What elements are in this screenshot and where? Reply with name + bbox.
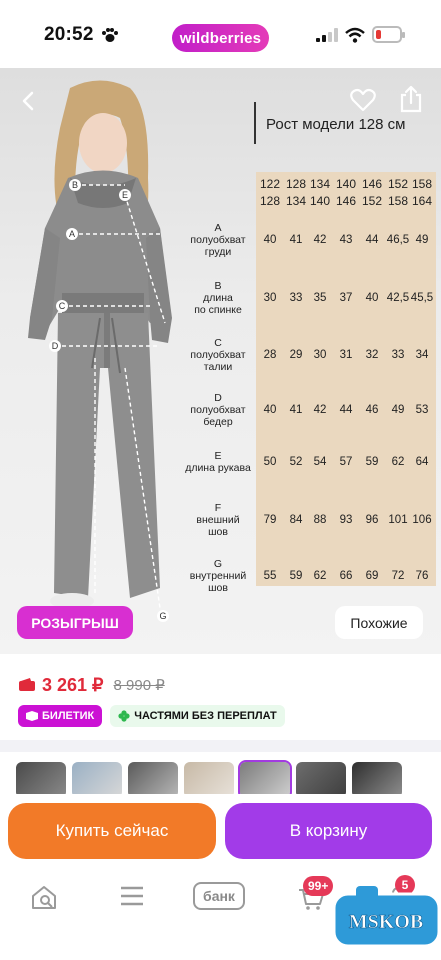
thumbnail[interactable]	[296, 762, 346, 798]
wifi-icon	[345, 27, 365, 43]
measurement-label: D полуобхват бедер	[190, 392, 246, 428]
wildberries-logo: wildberries	[172, 24, 269, 52]
wallet-icon	[19, 678, 35, 691]
current-price: 3 261 ₽	[42, 674, 104, 695]
size-value: 45,5	[410, 292, 434, 304]
size-header-bottom: 164	[411, 194, 433, 208]
home-search-icon[interactable]	[30, 884, 58, 910]
ticket-icon	[26, 711, 38, 721]
diagram-marker-g: G	[159, 611, 166, 621]
product-image[interactable]: B E A C D G Рост модели 128 см 122 128 128…	[0, 68, 441, 654]
measurement-label: G внутренний шов	[189, 558, 247, 594]
thumbnail-strip	[16, 760, 402, 800]
thumbnail[interactable]	[72, 762, 122, 798]
old-price: 8 990 ₽	[113, 677, 165, 694]
diagram-marker-d: D	[52, 341, 59, 351]
size-header: 158 164	[407, 176, 437, 210]
watermark-text: MSKOB	[349, 911, 423, 933]
tab-bank[interactable]: банк	[193, 882, 245, 910]
buy-now-button[interactable]: Купить сейчас	[8, 803, 216, 859]
measurement-label: F внешний шов	[196, 502, 240, 538]
thumbnail[interactable]	[16, 762, 66, 798]
size-value: 76	[415, 570, 429, 582]
installments-badge-label: ЧАСТЯМИ БЕЗ ПЕРЕПЛАТ	[134, 710, 277, 722]
ticket-badge[interactable]: БИЛЕТИК	[18, 705, 103, 727]
giveaway-button[interactable]: РОЗЫГРЫШ	[17, 606, 133, 639]
share-icon[interactable]	[398, 85, 424, 113]
thumbnail[interactable]	[352, 762, 402, 798]
diagram-marker-e: E	[122, 190, 128, 200]
price-row: 3 261 ₽ 8 990 ₽	[18, 673, 165, 697]
measurement-label: A полуобхват груди	[190, 222, 246, 258]
measurement-label: C полуобхват талии	[190, 337, 246, 373]
model-height-text: Рост модели 128 см	[266, 116, 406, 133]
favorite-heart-icon[interactable]	[350, 88, 376, 112]
thumbnail[interactable]	[184, 762, 234, 798]
size-value: 106	[412, 514, 432, 526]
size-value: 49	[415, 234, 429, 246]
diagram-marker-b: B	[72, 180, 78, 190]
size-value: 53	[415, 404, 429, 416]
measurement-label: E длина рукава	[185, 450, 251, 474]
diagram-marker-c: C	[59, 301, 66, 311]
divider	[254, 102, 256, 144]
thumbnail-selected[interactable]	[238, 760, 292, 800]
battery-icon	[372, 26, 405, 43]
paw-icon	[102, 28, 118, 42]
back-arrow-icon[interactable]	[18, 90, 40, 112]
diagram-marker-a: A	[69, 229, 75, 239]
cellular-signal-icon	[316, 28, 338, 42]
similar-button[interactable]: Похожие	[335, 606, 423, 639]
section-separator	[0, 740, 441, 752]
status-time: 20:52	[44, 24, 94, 45]
status-bar: 20:52 wildberries	[0, 0, 441, 68]
installments-badge[interactable]: ЧАСТЯМИ БЕЗ ПЕРЕПЛАТ	[110, 705, 285, 727]
measurement-label: B длина по спинке	[194, 280, 242, 316]
size-header-top: 158	[411, 177, 433, 191]
cart-count-badge: 99+	[303, 876, 334, 896]
clover-icon	[118, 710, 130, 722]
size-value: 34	[415, 349, 429, 361]
size-value: 64	[415, 456, 429, 468]
catalog-menu-icon[interactable]	[120, 886, 144, 906]
promo-badges: БИЛЕТИК ЧАСТЯМИ БЕЗ ПЕРЕПЛАТ	[18, 705, 285, 727]
thumbnail[interactable]	[128, 762, 178, 798]
add-to-cart-button[interactable]: В корзину	[225, 803, 432, 859]
mskob-watermark: MSKOB	[332, 886, 441, 948]
ticket-badge-label: БИЛЕТИК	[42, 710, 95, 722]
